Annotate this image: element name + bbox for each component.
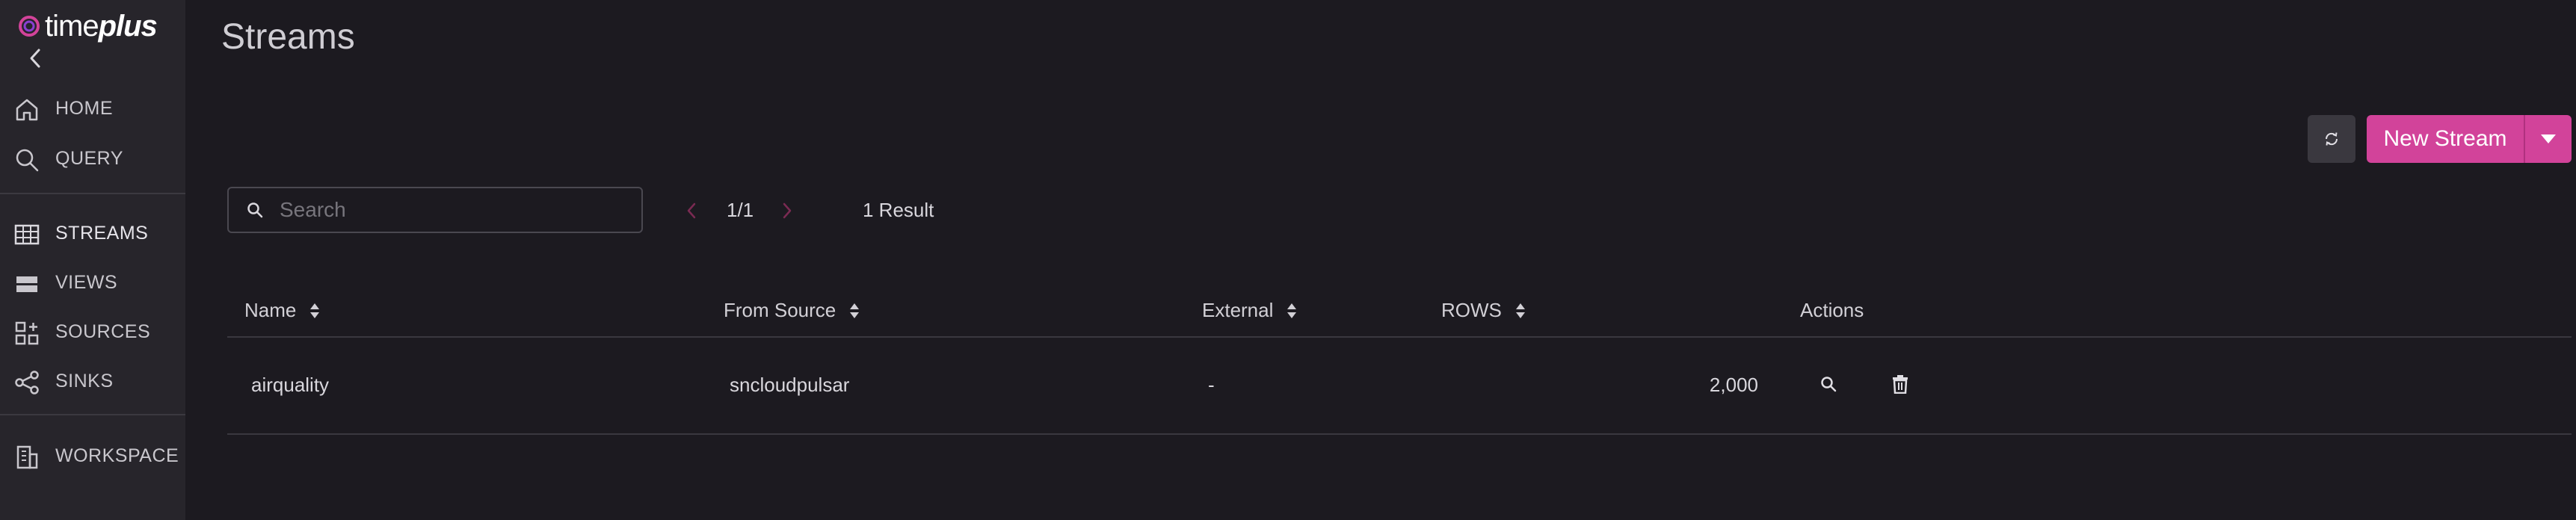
collapse-sidebar-button[interactable] [24, 45, 46, 72]
sidebar-item-label: QUERY [55, 147, 123, 169]
sidebar-item-label: WORKSPACE [55, 445, 179, 466]
column-header-label: ROWS [1441, 299, 1502, 321]
sort-icon [310, 303, 320, 318]
logo-mark-icon [16, 13, 42, 39]
sidebar-item-views[interactable]: VIEWS [0, 261, 185, 303]
sort-icon [1515, 303, 1525, 318]
chevron-left-icon [687, 202, 696, 219]
sidebar: timeplus HOME QUERY STREAMS VIEWS SOURCE… [0, 0, 185, 520]
sidebar-item-label: SOURCES [55, 321, 151, 342]
search-input[interactable] [278, 197, 610, 223]
sidebar-divider [0, 193, 185, 194]
column-header-name[interactable]: Name [244, 299, 320, 322]
column-header-label: Name [244, 299, 297, 321]
building-icon [13, 444, 40, 471]
page-indicator: 1/1 [727, 199, 754, 221]
cell-from-source: sncloudpulsar [730, 374, 850, 396]
sidebar-item-label: VIEWS [55, 271, 118, 293]
next-page-button[interactable] [776, 196, 798, 226]
cell-name[interactable]: airquality [251, 374, 329, 397]
column-header-actions: Actions [1800, 299, 1864, 322]
column-header-label: From Source [724, 299, 836, 321]
cell-rows: 2,000 [1709, 374, 1758, 396]
sidebar-item-streams[interactable]: STREAMS [0, 212, 185, 254]
page-title: Streams [221, 17, 355, 57]
sources-icon [13, 320, 40, 347]
caret-down-icon [2541, 134, 2556, 143]
sidebar-item-label: SINKS [55, 370, 114, 391]
new-stream-button[interactable]: New Stream [2367, 115, 2524, 163]
new-stream-split-button: New Stream [2367, 115, 2572, 163]
result-count: 1 Result [863, 199, 934, 221]
logo-text: timeplus [45, 10, 158, 43]
explore-stream-button[interactable] [1814, 369, 1843, 399]
sidebar-divider [0, 414, 185, 415]
sidebar-item-sinks[interactable]: SINKS [0, 360, 185, 402]
column-header-from-source[interactable]: From Source [724, 299, 860, 322]
delete-stream-button[interactable] [1885, 369, 1915, 399]
timeplus-logo[interactable]: timeplus [16, 7, 158, 45]
sidebar-item-query[interactable]: QUERY [0, 137, 185, 179]
column-header-external[interactable]: External [1202, 299, 1297, 322]
views-icon [13, 270, 40, 297]
prev-page-button[interactable] [680, 196, 703, 226]
cell-external: - [1208, 374, 1215, 396]
sidebar-item-label: STREAMS [55, 222, 149, 244]
share-icon [13, 369, 40, 396]
column-header-label: External [1202, 299, 1274, 321]
search-icon [1821, 377, 1837, 392]
sidebar-item-home[interactable]: HOME [0, 87, 185, 129]
home-icon [13, 96, 40, 123]
sort-icon [850, 303, 860, 318]
search-icon [13, 146, 40, 173]
chevron-left-icon [30, 49, 40, 68]
refresh-button[interactable] [2308, 115, 2355, 163]
new-stream-dropdown-button[interactable] [2525, 115, 2572, 163]
column-header-rows[interactable]: ROWS [1441, 299, 1526, 322]
search-box [227, 187, 643, 233]
search-icon [244, 199, 266, 221]
sidebar-item-sources[interactable]: SOURCES [0, 311, 185, 353]
trash-icon [1893, 375, 1908, 394]
table-icon [13, 221, 40, 248]
table-header-divider [227, 336, 2572, 338]
sidebar-item-workspace[interactable]: WORKSPACE [0, 435, 185, 477]
column-header-label: Actions [1800, 299, 1864, 321]
sort-icon [1287, 303, 1297, 318]
sidebar-item-label: HOME [55, 97, 113, 119]
chevron-right-icon [783, 202, 792, 219]
refresh-icon [2325, 132, 2338, 146]
table-row-divider [227, 433, 2572, 435]
